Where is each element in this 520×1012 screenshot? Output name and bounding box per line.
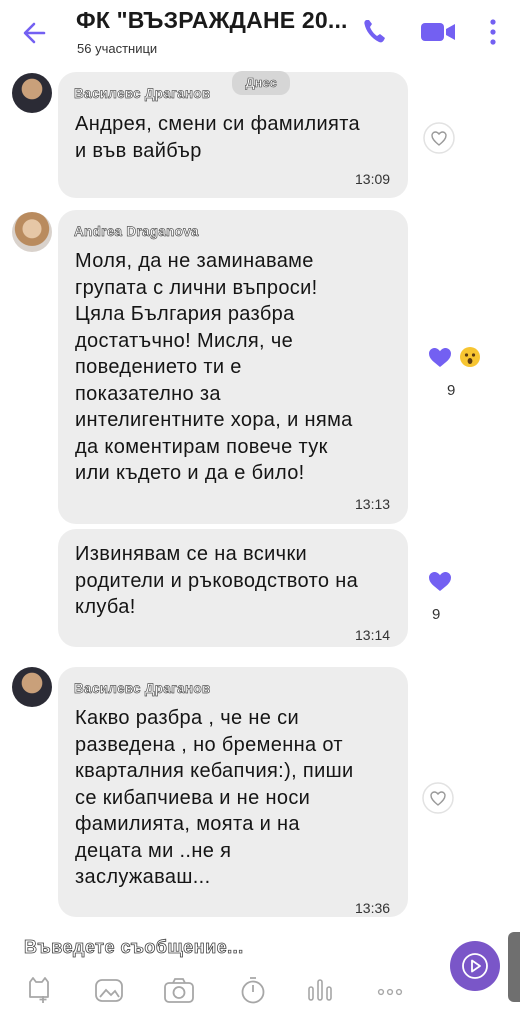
message-time: 13:36 (355, 900, 391, 916)
heart-icon[interactable] (421, 120, 457, 156)
message-time: 13:13 (355, 496, 391, 512)
message-text: Извинявам се на всички родители и ръково… (75, 543, 359, 618)
send-button[interactable] (450, 941, 500, 991)
message-input[interactable]: Въведете съобщение... (24, 933, 404, 961)
avatar[interactable] (12, 73, 52, 113)
sender-name[interactable]: Andrea Draganova (74, 224, 199, 240)
phone-icon[interactable] (360, 14, 390, 48)
gallery-icon[interactable] (92, 975, 126, 1005)
avatar[interactable] (12, 667, 52, 707)
like-count[interactable]: 9 (447, 382, 455, 399)
heart-icon[interactable] (422, 564, 458, 600)
edge-handle[interactable] (508, 932, 520, 1002)
heart-icon[interactable] (420, 780, 456, 816)
message-text: Андрея, смени си фамилията и във вайбър (75, 113, 360, 162)
message-text: Какво разбра , че не си разведена , но б… (75, 707, 354, 888)
more-vertical-icon[interactable] (483, 14, 503, 50)
timer-icon[interactable] (236, 975, 270, 1005)
date-separator: Днес (232, 71, 290, 95)
more-horizontal-icon[interactable] (373, 975, 407, 1005)
message-time: 13:09 (355, 171, 391, 187)
surprised-emoji-icon[interactable] (458, 345, 482, 369)
sticker-icon[interactable] (22, 975, 56, 1005)
avatar[interactable] (12, 212, 52, 252)
chat-header: ФК "ВЪЗРАЖДАНЕ 20... 56 участници (0, 0, 520, 68)
participants-count[interactable]: 56 участници (77, 41, 157, 56)
heart-icon[interactable] (422, 340, 458, 376)
camera-icon[interactable] (162, 975, 196, 1005)
chat-title[interactable]: ФК "ВЪЗРАЖДАНЕ 20... (76, 7, 348, 34)
back-arrow-icon[interactable] (18, 16, 52, 50)
message-time: 13:14 (355, 627, 391, 643)
sender-name[interactable]: Василевс Драганов (74, 86, 211, 102)
sender-name[interactable]: Василевс Драганов (74, 681, 211, 697)
like-count[interactable]: 9 (432, 606, 440, 623)
video-camera-icon[interactable] (418, 16, 458, 48)
voice-icon[interactable] (303, 975, 337, 1005)
send-play-icon (462, 953, 488, 979)
message-text: Моля, да не заминаваме групата с лични в… (75, 250, 353, 484)
